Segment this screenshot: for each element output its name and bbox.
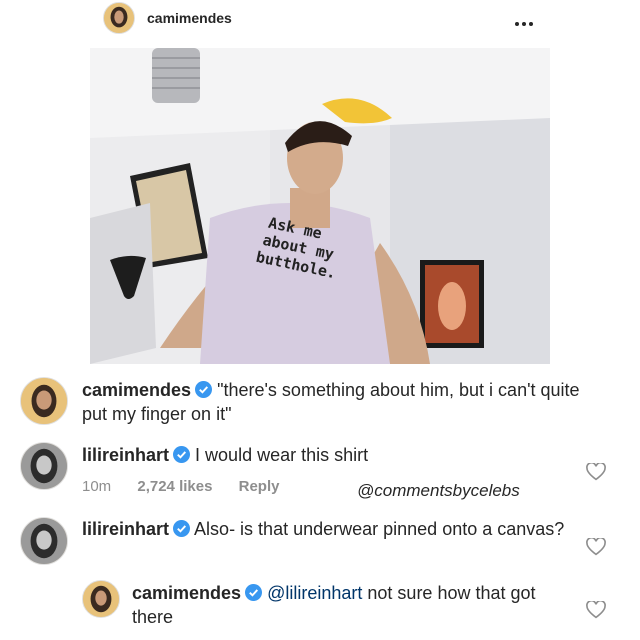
comment-2-username[interactable]: lilireinhart bbox=[82, 445, 169, 465]
comment-avatar-lilireinhart[interactable] bbox=[20, 517, 68, 565]
comment-3-text: Also- is that underwear pinned onto a ca… bbox=[194, 519, 565, 539]
comment-avatar-lilireinhart[interactable] bbox=[20, 442, 68, 490]
comment-3: lilireinhart Also- is that underwear pin… bbox=[82, 518, 572, 542]
header-avatar[interactable] bbox=[103, 2, 135, 34]
comment-4-username[interactable]: camimendes bbox=[132, 583, 241, 603]
comment-3-username[interactable]: lilireinhart bbox=[82, 519, 169, 539]
comment-avatar-camimendes[interactable] bbox=[20, 377, 68, 425]
verified-badge-icon bbox=[173, 520, 191, 542]
more-horizontal-icon[interactable] bbox=[514, 14, 534, 26]
comment-2-text: I would wear this shirt bbox=[195, 445, 369, 465]
heart-outline-icon[interactable] bbox=[586, 461, 606, 486]
comment-4: camimendes @lilireinhart not sure how th… bbox=[132, 582, 572, 628]
header-username[interactable]: camimendes bbox=[147, 10, 232, 26]
heart-outline-icon[interactable] bbox=[586, 599, 606, 624]
watermark: @commentsbycelebs bbox=[357, 481, 520, 500]
reply-avatar-camimendes[interactable] bbox=[82, 580, 120, 618]
comment-likes[interactable]: 2,724 likes bbox=[137, 478, 212, 495]
verified-badge-icon bbox=[195, 381, 213, 403]
reply-button[interactable]: Reply bbox=[239, 478, 280, 495]
verified-badge-icon bbox=[245, 584, 263, 606]
comment-1-username[interactable]: camimendes bbox=[82, 380, 191, 400]
comment-1: camimendes "there's something about him,… bbox=[82, 379, 602, 425]
post-photo[interactable]: Ask me about my butthole. bbox=[90, 48, 550, 364]
heart-outline-icon[interactable] bbox=[586, 536, 606, 561]
comment-4-mention[interactable]: @lilireinhart bbox=[267, 583, 362, 603]
verified-badge-icon bbox=[173, 446, 191, 468]
comment-2: lilireinhart I would wear this shirt bbox=[82, 444, 572, 468]
comment-time: 10m bbox=[82, 478, 112, 495]
